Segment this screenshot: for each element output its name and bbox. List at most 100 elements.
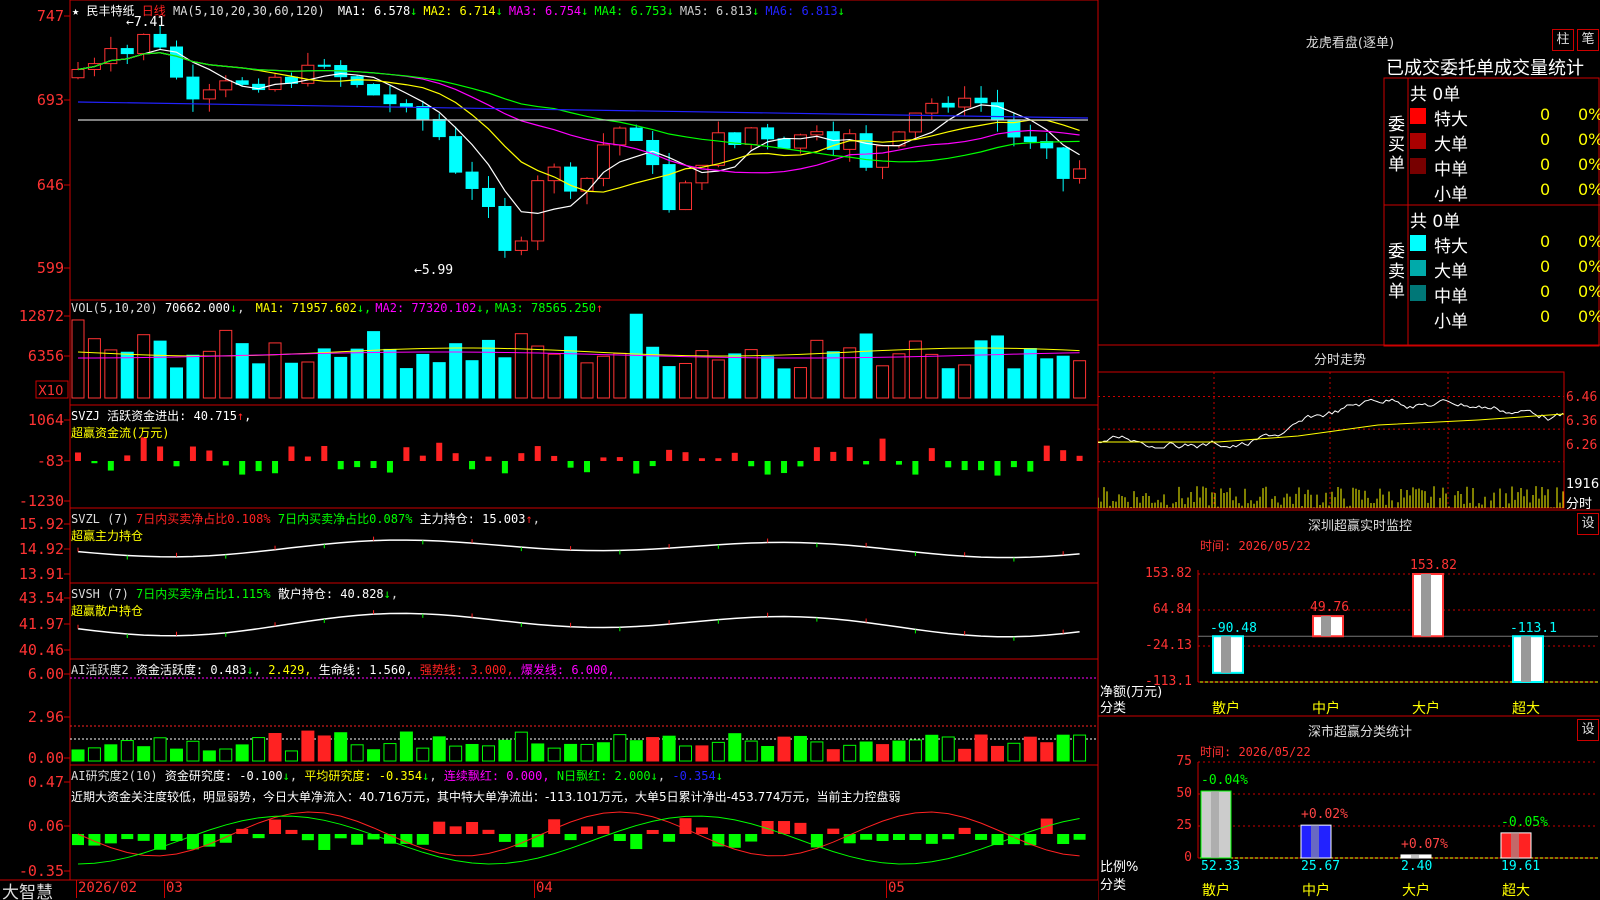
ai1-bar [810, 741, 824, 762]
monitor-bar-value: -113.1 [1510, 621, 1557, 637]
ai2-bar [860, 834, 873, 840]
down-arrow-icon: ↓ [666, 4, 674, 18]
svzj-title: SVZJ 活跃资金进出: 40.715 [71, 409, 237, 423]
ai2-bar [449, 826, 462, 834]
svzl-name: SVZL (7) [71, 512, 129, 526]
ai1-bar [662, 735, 676, 762]
ai2-avg-research: 平均研究度: -0.354 [304, 769, 423, 783]
ai1-bar [892, 740, 906, 762]
volume-bar [416, 353, 430, 399]
ai1-bar [481, 745, 495, 762]
longhu-subtitle: 已成交委托单成交量统计 [1386, 58, 1584, 79]
ai1-bar [564, 743, 578, 762]
classify-category-label: 散户 [1202, 883, 1230, 899]
ai1-group [70, 677, 1098, 762]
svzj-bar [304, 456, 311, 461]
ai1-bar [925, 734, 939, 762]
bar-view-button[interactable]: 柱 [1552, 29, 1574, 51]
ai2-bar [827, 828, 840, 834]
panel-frame-1 [69, 0, 1098, 301]
sell-row-pct: 0% [1578, 282, 1600, 301]
ai2-bar [810, 834, 823, 848]
svsh-ytick: 40.46 [19, 641, 64, 659]
ai1-bar [334, 732, 348, 762]
ai1-bar [728, 733, 742, 762]
x-axis-label: 04 [536, 880, 553, 896]
monitor-title: 深圳超赢实时监控 [1307, 519, 1412, 534]
tick-view-button[interactable]: 笔 [1577, 29, 1599, 51]
buy-row-label: 中单 [1434, 160, 1468, 180]
classify-settings-button[interactable]: 设 [1577, 719, 1599, 741]
down-arrow-icon: ↓, [476, 301, 491, 315]
candle-body [662, 164, 676, 211]
up-arrow-icon: ↑ [236, 409, 245, 423]
volume-bar [974, 340, 988, 399]
vol-value: 70662.000 [164, 301, 230, 315]
candle-body [1056, 147, 1070, 179]
monitor-bar-value: 49.76 [1310, 600, 1350, 616]
monitor-bar-shade [1521, 636, 1531, 682]
ai2-bar [121, 834, 134, 840]
ai1-bar [465, 743, 479, 762]
main-chart-area[interactable]: 747 693 646 599 12872 6356 1064 -83 -1230 15.92 14… [0, 0, 1098, 900]
svzj-bar [764, 461, 771, 475]
low-price-label: ←5.99 [414, 263, 453, 278]
buy-row-label: 小单 [1434, 185, 1468, 205]
ai2-header: AI研究度2(10) 资金研究度: -0.100↓, 平均研究度: -0.354… [71, 769, 901, 804]
monitor-settings-button[interactable]: 设 [1577, 513, 1599, 535]
ai2-comment: 近期大资金关注度较低，明显弱势，今日大单净流入：40.716万元，其中特大单净流… [71, 790, 901, 804]
candle-body [219, 80, 233, 91]
volume-bar [465, 360, 479, 399]
kline-ytick: 599 [37, 259, 64, 277]
svzj-bar [879, 438, 886, 461]
sell-row-pct: 0% [1578, 257, 1600, 276]
monitor-bar-value: 153.82 [1410, 558, 1457, 573]
volume-bar [826, 351, 840, 399]
sell-row-label: 大单 [1434, 262, 1468, 282]
monitor-bar-shade [1221, 636, 1231, 673]
ai2-bar [186, 834, 199, 850]
ai1-bar [1040, 742, 1054, 762]
svzj-bar [1060, 450, 1067, 461]
stock-name: 民丰特纸 [86, 4, 135, 18]
volume-bar [810, 339, 824, 399]
ai2-bar [613, 834, 626, 841]
svzj-bar [403, 447, 410, 461]
volume-bar [777, 368, 791, 399]
ai2-bar [630, 834, 643, 850]
ai2-bar [597, 825, 610, 834]
ai2-bar [203, 834, 216, 847]
ai2-bar [433, 821, 446, 834]
svzj-bar [189, 446, 196, 461]
svzj-bar [321, 445, 328, 461]
candle-body [71, 68, 85, 79]
ai1-bar [301, 730, 315, 762]
classify-bar-shade [1211, 791, 1219, 858]
svzj-bar [781, 461, 788, 474]
svsh-position: 散户持仓: 40.828 [277, 587, 384, 601]
classify-value: 2.40 [1401, 859, 1433, 874]
ai2-bar [416, 834, 429, 845]
svzj-subtitle: 超赢资金流(万元) [71, 426, 170, 440]
svzj-bar [600, 457, 607, 461]
candle-body [564, 166, 578, 192]
candle-body [399, 103, 413, 108]
volume-bar [596, 355, 610, 399]
candle-body [465, 171, 479, 189]
ai2-bar [1057, 834, 1070, 845]
ai2-bar [728, 834, 741, 848]
volume-bar [383, 348, 397, 399]
ai2-bar [482, 829, 495, 834]
ai1-bar [104, 744, 118, 762]
monitor-bar-value: -90.48 [1210, 621, 1257, 637]
ai2-last: -0.354 [672, 769, 716, 783]
intraday-title: 分时走势 [1313, 353, 1366, 368]
period-label[interactable]: 日线 [142, 4, 166, 18]
monitor-category-label: 大户 [1412, 701, 1440, 717]
sell-color-swatch [1410, 260, 1426, 276]
svsh-ratio: 7日内买卖净占比1.115% [136, 587, 271, 601]
kline-ytick: 646 [37, 176, 64, 194]
svzj-bar [945, 461, 952, 468]
volume-bar [481, 339, 495, 399]
kline-ytick: 747 [37, 7, 64, 25]
